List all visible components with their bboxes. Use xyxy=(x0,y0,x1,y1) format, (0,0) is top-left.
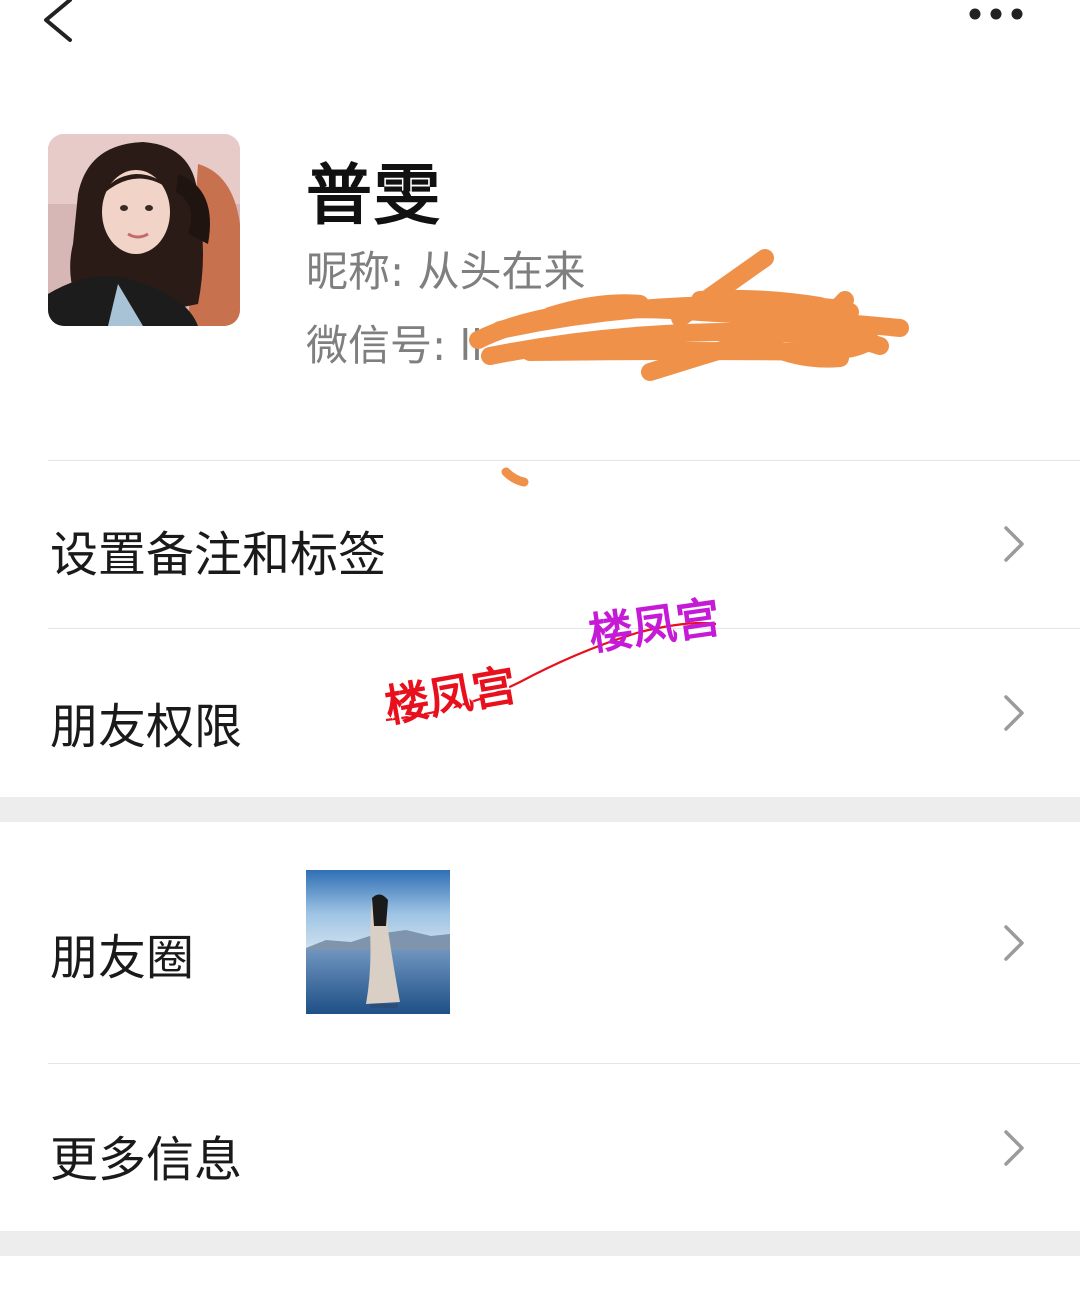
chevron-right-icon xyxy=(1004,695,1024,731)
nickname-line: 昵称: 从头在来 xyxy=(306,247,586,296)
more-dots-icon xyxy=(969,8,1023,20)
section-gap xyxy=(0,1231,1080,1256)
profile-header: 普雯 昵称: 从头在来 微信号: li xyxy=(0,80,1080,460)
chevron-left-icon xyxy=(44,0,72,42)
moments-thumbnail[interactable] xyxy=(306,870,450,1014)
more-button[interactable] xyxy=(960,0,1040,40)
moments-photo xyxy=(306,870,450,1014)
display-name: 普雯 xyxy=(306,157,442,234)
friend-permissions-row[interactable]: 朋友权限 xyxy=(0,629,1080,796)
row-label-permissions: 朋友权限 xyxy=(50,699,243,755)
wechat-id-line[interactable]: 微信号: li xyxy=(306,312,483,373)
chevron-right-icon xyxy=(1004,925,1024,961)
row-label-moments: 朋友圈 xyxy=(50,930,195,986)
row-label-remark: 设置备注和标签 xyxy=(50,527,387,583)
remark-tags-row[interactable]: 设置备注和标签 xyxy=(0,461,1080,628)
top-bar xyxy=(0,0,1080,80)
avatar-image xyxy=(48,134,240,326)
bottom-section xyxy=(0,1256,1080,1314)
chevron-right-icon xyxy=(1004,526,1024,562)
avatar[interactable] xyxy=(48,134,240,326)
section-gap xyxy=(0,797,1080,822)
row-label-more-info: 更多信息 xyxy=(50,1132,243,1188)
more-info-row[interactable]: 更多信息 xyxy=(0,1064,1080,1230)
chevron-right-icon xyxy=(1004,1130,1024,1166)
moments-row[interactable]: 朋友圈 xyxy=(0,822,1080,1063)
back-button[interactable] xyxy=(30,0,90,54)
